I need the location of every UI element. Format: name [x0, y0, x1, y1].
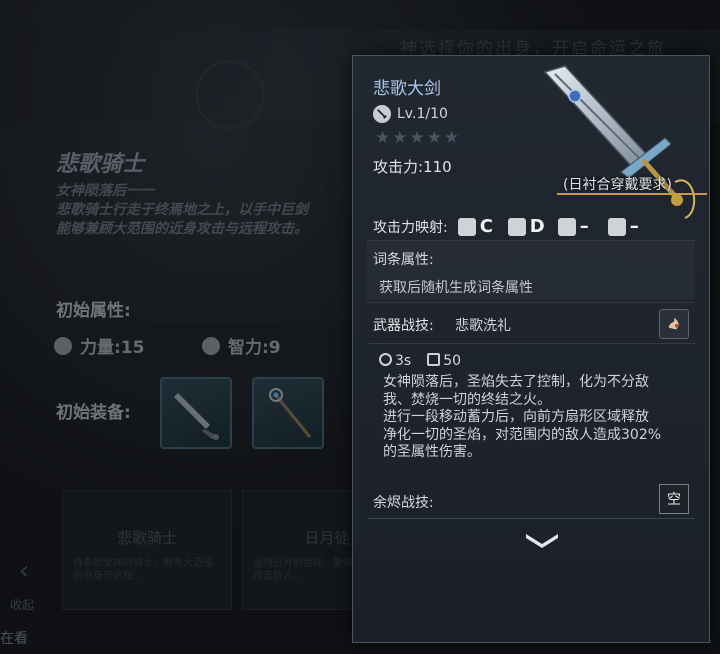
class-card[interactable]: 悲歌骑士 侍奉歌女神的骑士，拥有大范围的近身与远程... — [62, 490, 232, 610]
scaling-item: – — [557, 216, 598, 237]
skill-description: 女神陨落后，圣焰失去了控制，化为不分敌 我、焚烧一切的终结之火。 进行一段移动蓄… — [383, 374, 689, 462]
level-row: Lv.1/10 — [373, 105, 448, 123]
class-line: 能够兼顾大范围的近身攻击与远程攻击。 — [56, 221, 308, 237]
stat-label: 力量:15 — [80, 338, 145, 358]
stamina-icon — [427, 353, 441, 366]
class-card-desc: 侍奉歌女神的骑士，拥有大范围的近身与远程... — [73, 558, 213, 582]
scaling-grade: – — [579, 216, 589, 237]
affix-label: 词条属性: — [373, 252, 434, 268]
fist-icon — [457, 217, 476, 236]
skill-cost-row: 3s 50 — [379, 353, 461, 369]
ember-skill-label: 余烬战技: — [373, 495, 434, 511]
staff-icon — [269, 388, 312, 438]
requirement-underline — [557, 193, 707, 195]
weapon-skill-row[interactable]: 武器战技: 悲歌洗礼 — [367, 302, 695, 344]
skill-flame-icon — [668, 317, 679, 330]
back-chevron-icon[interactable]: ‹ — [6, 556, 42, 586]
stat-strength: 力量:15 — [54, 333, 144, 358]
emblem-icon — [195, 60, 265, 130]
stat-label: 智力:9 — [228, 338, 281, 358]
stamina-cost: 50 — [427, 353, 461, 369]
sword-level-icon — [373, 105, 391, 123]
scaling-label: 攻击力映射: — [373, 219, 448, 236]
scaling-item: – — [607, 216, 648, 237]
weapon-skill-button[interactable] — [659, 309, 689, 339]
scaling-item: C — [457, 216, 498, 237]
class-card-title: 悲歌骑士 — [116, 529, 177, 547]
requirement-text: (日衬合穿戴要求) — [563, 177, 672, 193]
weapon-skill-name: 悲歌洗礼 — [455, 318, 511, 334]
class-title: 悲歌骑士 — [56, 152, 145, 177]
expand-chevron-icon[interactable] — [522, 530, 562, 550]
ember-skill-slot[interactable]: 空 — [659, 484, 689, 514]
class-line: 悲歌骑士行走于终焉地之上，以手中巨剑 — [56, 202, 308, 218]
affix-section: 词条属性: 获取后随机生成词条属性 — [367, 240, 695, 300]
description-line: 女神陨落后，圣焰失去了控制，化为不分敌 — [383, 374, 649, 390]
description-line: 净化一切的圣焰，对范围内的敌人造成302% — [383, 426, 662, 443]
cooldown: 3s — [379, 353, 411, 369]
head-icon — [557, 217, 576, 236]
bottom-label[interactable]: 在看 — [0, 628, 28, 648]
fist-icon — [54, 336, 72, 355]
divider — [367, 518, 695, 519]
stat-intelligence: 智力:9 — [202, 333, 281, 358]
head-icon — [202, 336, 220, 355]
rarity-stars: ★★★★★ — [375, 128, 462, 148]
equipment-slot-sword[interactable] — [160, 377, 232, 449]
description-line: 的圣属性伤害。 — [383, 444, 481, 460]
item-name: 悲歌大剑 — [373, 79, 441, 99]
figure-icon — [607, 217, 626, 236]
initial-equipment-label: 初始装备: — [56, 403, 131, 423]
boot-icon — [507, 217, 526, 236]
item-detail-panel: 悲歌大剑 (日衬合穿戴要求) Lv.1/10 ★★★★★ 攻击力:110 攻击力… — [352, 55, 710, 643]
affix-description: 获取后随机生成词条属性 — [379, 280, 533, 296]
scaling-grade: C — [479, 216, 493, 237]
scaling-grade: – — [629, 216, 639, 237]
stamina-value: 50 — [443, 353, 462, 369]
description-line: 进行一段移动蓄力后，向前方扇形区域释放 — [383, 409, 649, 425]
item-level: Lv.1/10 — [397, 106, 448, 122]
weapon-skill-label: 武器战技: — [373, 318, 434, 334]
cooldown-value: 3s — [395, 353, 412, 369]
timer-icon — [379, 353, 392, 366]
scaling-grade: D — [529, 216, 545, 237]
description-line: 我、焚烧一切的终结之火。 — [383, 391, 551, 408]
back-label[interactable]: 收起 — [10, 596, 34, 613]
attack-power: 攻击力:110 — [373, 158, 452, 176]
greatsword-icon — [543, 65, 695, 219]
attribute-scaling-row: 攻击力映射: C D – – — [373, 216, 648, 237]
class-line: 女神陨落后一一 — [56, 183, 154, 199]
equipment-slot-staff[interactable] — [252, 377, 324, 449]
initial-attributes-label: 初始属性: — [56, 301, 131, 321]
scaling-item: D — [507, 216, 548, 237]
sword-icon — [174, 393, 219, 440]
